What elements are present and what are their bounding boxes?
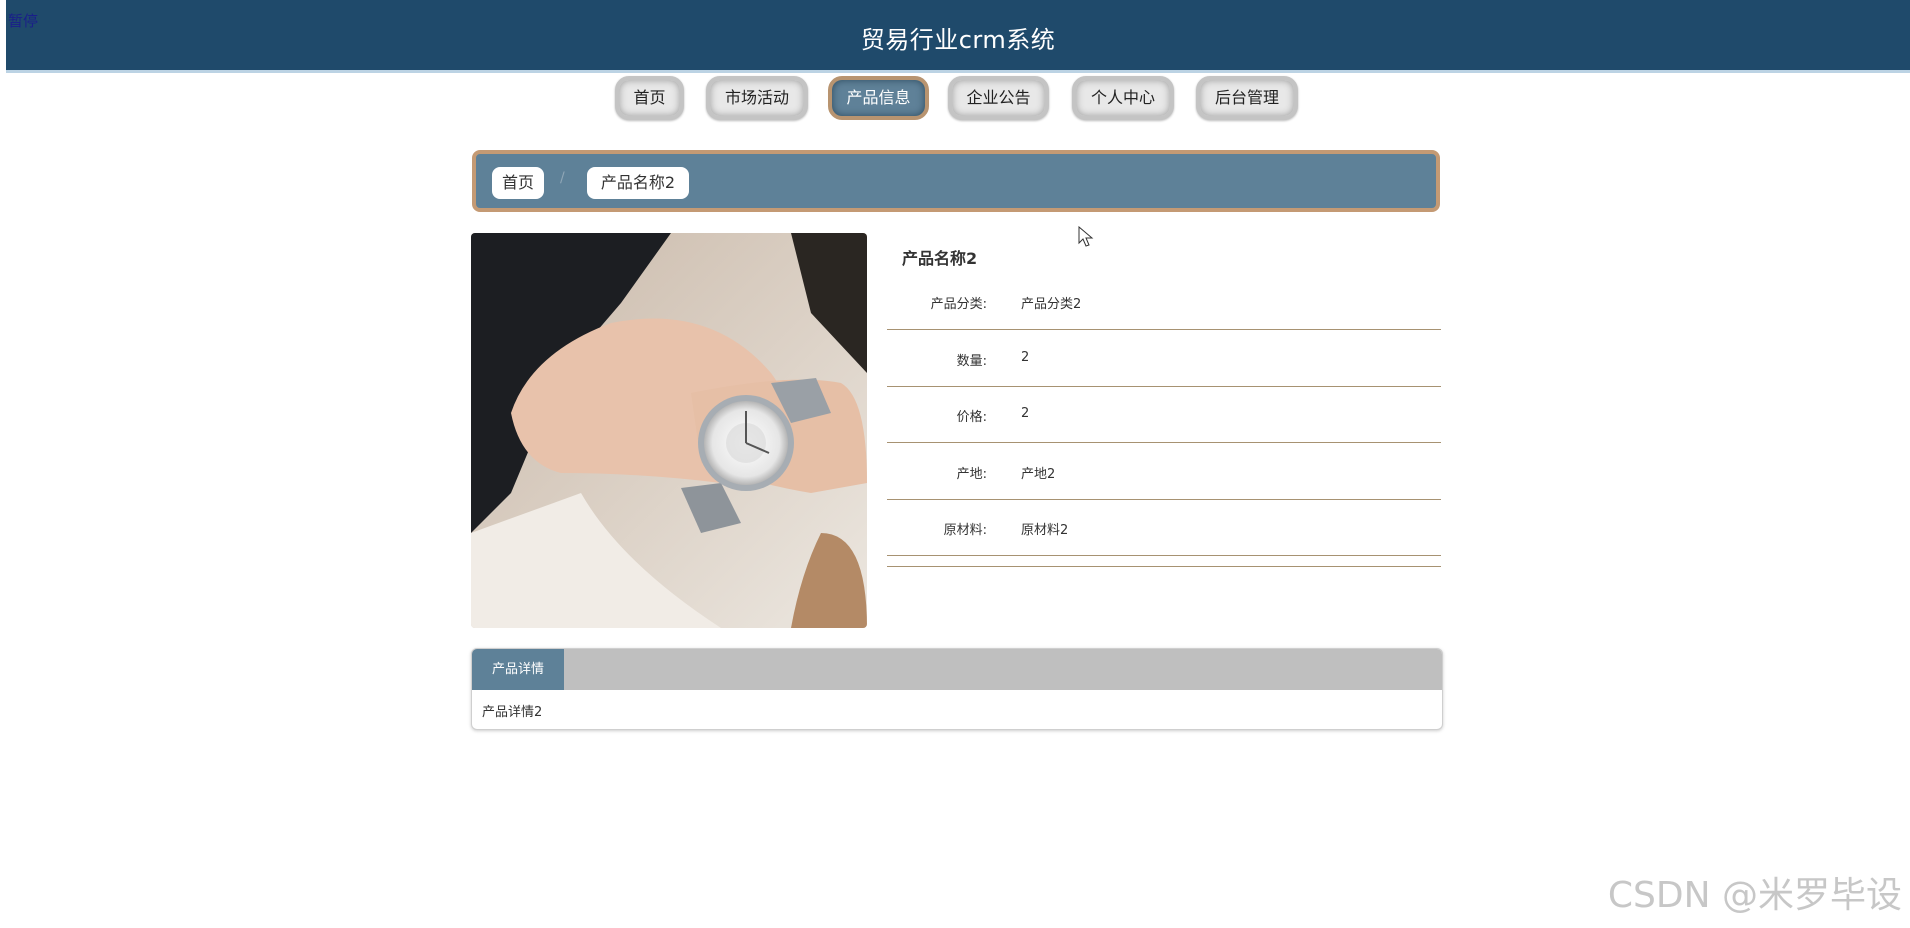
product-image xyxy=(471,233,867,628)
breadcrumb-home[interactable]: 首页 xyxy=(492,167,544,199)
info-row-quantity: 数量: 2 xyxy=(887,330,1441,387)
nav-home[interactable]: 首页 xyxy=(615,76,684,120)
nav-market-activity[interactable]: 市场活动 xyxy=(706,76,808,120)
field-label: 原材料: xyxy=(943,523,987,538)
breadcrumb: 首页 / 产品名称2 xyxy=(472,150,1440,212)
field-value: 产地2 xyxy=(1021,467,1056,482)
breadcrumb-separator: / xyxy=(560,170,565,186)
info-row-material: 原材料: 原材料2 xyxy=(887,499,1441,556)
info-row-category: 产品分类: 产品分类2 xyxy=(887,273,1441,330)
product-detail-panel: 产品详情 产品详情2 xyxy=(471,648,1443,730)
nav-admin[interactable]: 后台管理 xyxy=(1196,76,1298,120)
nav-product-info[interactable]: 产品信息 xyxy=(828,76,929,120)
pause-label[interactable]: 暂停 xyxy=(8,10,38,31)
field-value: 原材料2 xyxy=(1021,523,1069,538)
detail-tabbar: 产品详情 xyxy=(472,649,1442,690)
nav-company-notice[interactable]: 企业公告 xyxy=(948,76,1049,120)
info-row-price: 价格: 2 xyxy=(887,386,1441,443)
product-detail-content: 产品详情2 xyxy=(482,705,543,720)
field-value: 产品分类2 xyxy=(1021,297,1082,312)
nav-personal-center[interactable]: 个人中心 xyxy=(1072,76,1174,120)
main-nav: 首页 市场活动 产品信息 企业公告 个人中心 后台管理 xyxy=(0,76,1910,124)
info-divider xyxy=(887,566,1441,567)
site-header: 贸易行业crm系统 xyxy=(6,0,1910,73)
tab-product-detail[interactable]: 产品详情 xyxy=(472,649,564,690)
left-edge xyxy=(0,0,6,928)
field-label: 价格: xyxy=(956,410,987,425)
site-title: 贸易行业crm系统 xyxy=(860,26,1056,54)
info-row-origin: 产地: 产地2 xyxy=(887,443,1441,500)
field-value: 2 xyxy=(1021,350,1030,365)
breadcrumb-current: 产品名称2 xyxy=(587,167,689,199)
watermark: CSDN @米罗毕设 xyxy=(1607,875,1902,916)
mouse-cursor-icon xyxy=(1078,226,1094,247)
field-label: 数量: xyxy=(956,354,987,369)
field-label: 产品分类: xyxy=(930,297,987,312)
product-name: 产品名称2 xyxy=(902,249,978,268)
field-value: 2 xyxy=(1021,406,1030,421)
field-label: 产地: xyxy=(956,467,987,482)
